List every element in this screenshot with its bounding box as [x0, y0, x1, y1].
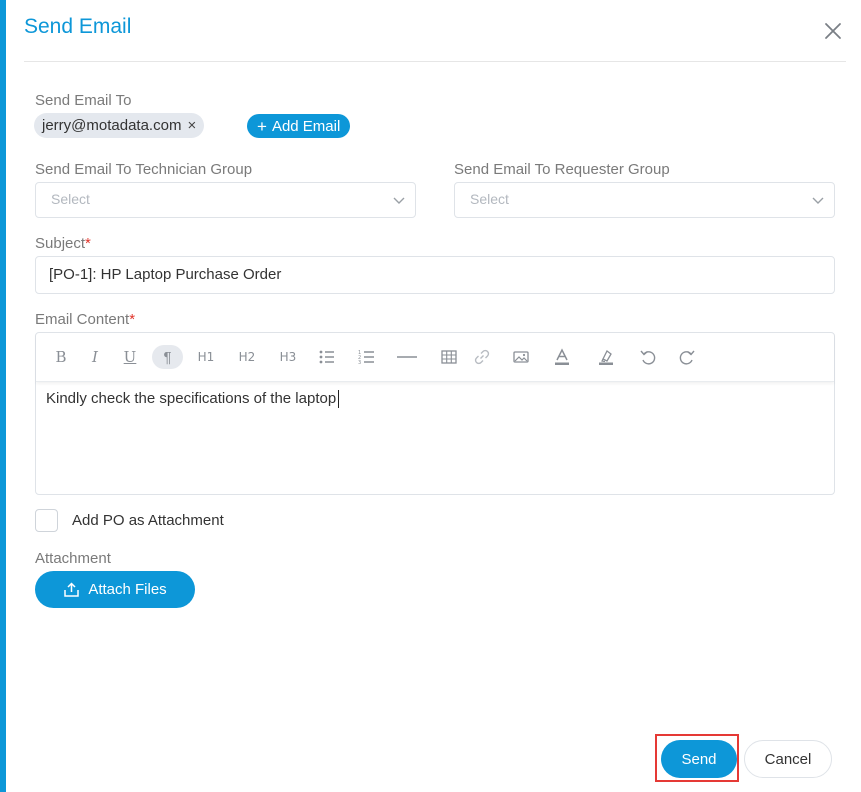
add-po-attachment-label[interactable]: Add PO as Attachment: [72, 512, 224, 529]
email-body[interactable]: Kindly check the specifications of the l…: [46, 390, 340, 409]
technician-group-placeholder: Select: [51, 191, 90, 207]
bold-icon[interactable]: B: [50, 345, 72, 369]
add-email-label: Add Email: [271, 117, 341, 135]
required-mark: *: [85, 235, 91, 252]
header-divider: [24, 61, 846, 62]
attachment-label: Attachment: [35, 550, 111, 567]
email-content-label: Email Content*: [35, 311, 135, 328]
required-mark: *: [129, 311, 136, 328]
redo-icon[interactable]: [678, 345, 696, 369]
chevron-down-icon: [812, 197, 824, 204]
send-email-to-label: Send Email To: [35, 92, 132, 109]
plus-icon: +: [257, 116, 267, 136]
requester-group-label: Send Email To Requester Group: [454, 161, 670, 178]
horizontal-rule-icon[interactable]: [396, 345, 418, 369]
remove-recipient-icon[interactable]: ×: [187, 117, 196, 134]
subject-label-text: Subject: [35, 235, 86, 252]
underline-icon[interactable]: U: [119, 345, 141, 369]
text-caret: [338, 390, 340, 409]
email-content-editor[interactable]: B I U ¶ H1 H2 H3 1 2 3 Kindly check the …: [35, 332, 835, 495]
svg-text:3: 3: [358, 360, 361, 366]
link-icon[interactable]: [473, 345, 491, 369]
bullet-list-icon[interactable]: [318, 345, 336, 369]
h2-icon[interactable]: H2: [234, 345, 260, 369]
requester-group-select[interactable]: Select: [454, 182, 835, 218]
h1-icon[interactable]: H1: [193, 345, 219, 369]
subject-value: [PO-1]: HP Laptop Purchase Order: [49, 266, 282, 283]
cancel-button[interactable]: Cancel: [744, 740, 832, 778]
subject-label: Subject*: [35, 235, 91, 252]
recipient-chip-text: jerry@motadata.com: [42, 117, 182, 134]
close-icon[interactable]: [823, 21, 843, 41]
attach-files-button[interactable]: Attach Files: [35, 571, 195, 608]
table-icon[interactable]: [440, 345, 458, 369]
italic-icon[interactable]: I: [84, 345, 106, 369]
email-content-label-text: Email Content: [35, 311, 130, 328]
send-button[interactable]: Send: [661, 740, 737, 778]
paragraph-icon[interactable]: ¶: [152, 345, 183, 369]
upload-icon: [64, 582, 80, 597]
recipient-chip: jerry@motadata.com ×: [34, 113, 205, 138]
attach-files-label: Attach Files: [88, 581, 167, 598]
chevron-down-icon: [393, 197, 405, 204]
subject-input[interactable]: [PO-1]: HP Laptop Purchase Order: [35, 256, 835, 294]
add-email-button[interactable]: + Add Email: [247, 114, 351, 138]
image-icon[interactable]: [512, 345, 530, 369]
highlight-icon[interactable]: [597, 345, 615, 369]
text-color-icon[interactable]: [553, 345, 571, 369]
undo-icon[interactable]: [639, 345, 657, 369]
numbered-list-icon[interactable]: 1 2 3: [358, 345, 376, 369]
h3-icon[interactable]: H3: [275, 345, 301, 369]
editor-toolbar: B I U ¶ H1 H2 H3 1 2 3: [36, 333, 834, 382]
email-body-text: Kindly check the specifications of the l…: [46, 390, 337, 407]
technician-group-label: Send Email To Technician Group: [35, 161, 253, 178]
technician-group-select[interactable]: Select: [35, 182, 416, 218]
requester-group-placeholder: Select: [470, 191, 509, 207]
dialog-title: Send Email: [24, 15, 132, 38]
add-po-attachment-checkbox[interactable]: [35, 509, 58, 532]
